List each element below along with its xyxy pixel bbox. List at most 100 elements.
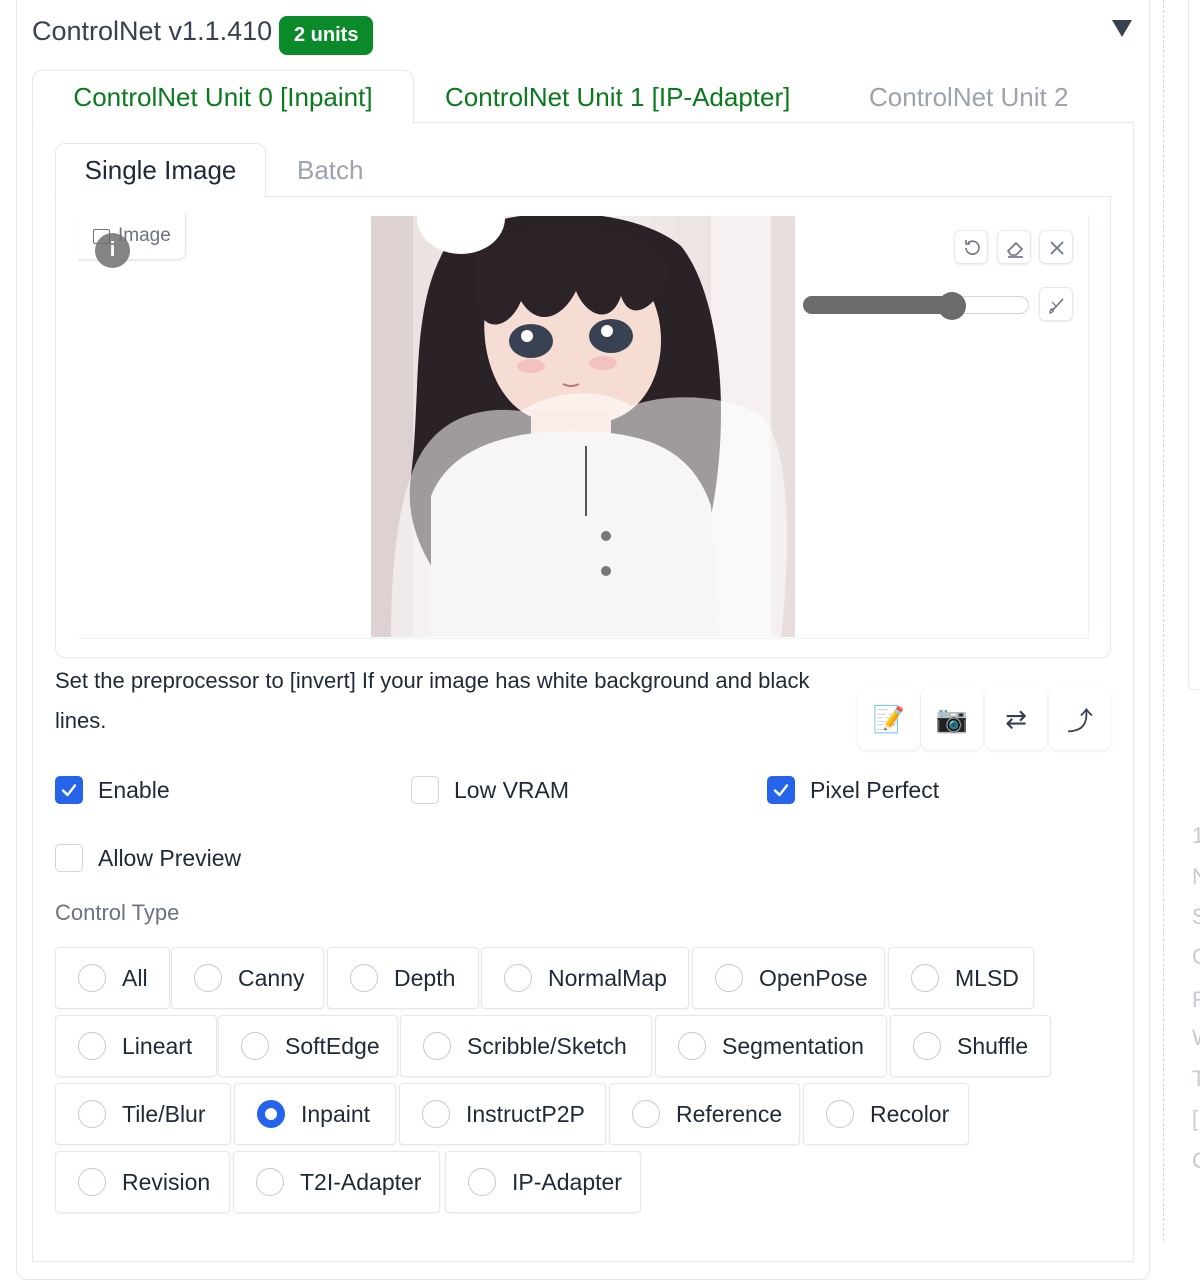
eraser-button[interactable] [997, 230, 1031, 264]
radio-label: Canny [238, 964, 305, 991]
swap-arrows-icon: ⇄ [1005, 703, 1027, 734]
control-type-option-all[interactable]: All [55, 947, 170, 1009]
control-type-option-instructp2p[interactable]: InstructP2P [399, 1083, 606, 1145]
edit-button[interactable]: 📝 [858, 688, 920, 750]
adjacent-panel-text: W [1192, 1025, 1200, 1051]
brush-button[interactable] [1039, 287, 1073, 321]
radio-button[interactable] [422, 1100, 450, 1128]
checkbox-label: Low VRAM [454, 776, 570, 803]
uploaded-image[interactable] [371, 216, 795, 637]
radio-button[interactable] [194, 964, 222, 992]
close-icon [1050, 241, 1064, 255]
radio-button[interactable] [256, 1168, 284, 1196]
adjacent-panel-text: [ [1192, 1106, 1199, 1131]
checkmark-icon [773, 784, 789, 797]
radio-label: Recolor [870, 1100, 950, 1127]
control-type-option-ip-adapter[interactable]: IP-Adapter [445, 1151, 641, 1213]
radio-button[interactable] [678, 1032, 706, 1060]
adjacent-panel-text: T [1192, 1066, 1200, 1091]
send-dimensions-button[interactable]: ⤴ [1049, 688, 1111, 750]
radio-label: InstructP2P [466, 1100, 585, 1127]
radio-button[interactable] [241, 1032, 269, 1060]
control-type-option-softedge[interactable]: SoftEdge [218, 1015, 398, 1077]
control-type-option-inpaint[interactable]: Inpaint [234, 1083, 396, 1145]
radio-label: SoftEdge [285, 1032, 380, 1059]
radio-button[interactable] [78, 1032, 106, 1060]
control-type-option-segmentation[interactable]: Segmentation [655, 1015, 887, 1077]
control-type-label: Control Type [55, 900, 180, 925]
radio-button[interactable] [632, 1100, 660, 1128]
clear-button[interactable] [1039, 230, 1073, 264]
camera-icon: 📷 [935, 703, 969, 734]
control-type-option-normalmap[interactable]: NormalMap [481, 947, 689, 1009]
checkbox-box[interactable] [55, 776, 83, 804]
radio-label: OpenPose [759, 964, 868, 991]
tab-single-image[interactable]: Single Image [55, 143, 266, 198]
upload-arrow-icon: ⤴ [1066, 705, 1093, 736]
adjacent-panel-text: F [1192, 987, 1200, 1012]
control-type-option-revision[interactable]: Revision [55, 1151, 230, 1213]
panel-title[interactable]: ControlNet v1.1.410 [32, 16, 272, 47]
units-badge: 2 units [279, 16, 374, 55]
control-type-option-reference[interactable]: Reference [609, 1083, 800, 1145]
adjacent-panel-text: C [1192, 1148, 1200, 1173]
collapse-triangle-icon[interactable] [1112, 20, 1132, 37]
control-type-option-shuffle[interactable]: Shuffle [890, 1015, 1051, 1077]
adjacent-panel-edge [1188, 0, 1200, 690]
radio-label: Segmentation [722, 1032, 864, 1059]
enable-checkbox[interactable]: Enable [55, 776, 170, 804]
tab-controlnet-unit-2[interactable]: ControlNet Unit 2 [869, 82, 1068, 113]
control-type-option-mlsd[interactable]: MLSD [888, 947, 1034, 1009]
brush-size-slider-fill [803, 296, 952, 314]
adjacent-panel-text: C [1192, 944, 1200, 969]
adjacent-panel-text: S [1192, 904, 1200, 929]
radio-button[interactable] [257, 1100, 285, 1128]
camera-button[interactable]: 📷 [921, 688, 983, 750]
swap-dimensions-button[interactable]: ⇄ [985, 688, 1047, 750]
radio-label: Shuffle [957, 1032, 1029, 1059]
checkbox-label: Pixel Perfect [810, 776, 940, 803]
control-type-option-canny[interactable]: Canny [171, 947, 324, 1009]
radio-button[interactable] [350, 964, 378, 992]
radio-button[interactable] [78, 1168, 106, 1196]
tab-batch[interactable]: Batch [297, 155, 364, 186]
adjacent-panel-text: N [1192, 864, 1200, 889]
radio-button[interactable] [78, 1100, 106, 1128]
radio-label: Depth [394, 964, 456, 991]
radio-button[interactable] [911, 964, 939, 992]
low-vram-checkbox[interactable]: Low VRAM [411, 776, 569, 804]
control-type-option-lineart[interactable]: Lineart [55, 1015, 217, 1077]
checkbox-box[interactable] [55, 844, 83, 872]
radio-button[interactable] [78, 964, 106, 992]
radio-label: Inpaint [301, 1100, 371, 1127]
radio-label: Lineart [122, 1032, 193, 1059]
radio-label: Reference [676, 1100, 783, 1127]
control-type-option-depth[interactable]: Depth [327, 947, 479, 1009]
control-type-option-openpose[interactable]: OpenPose [692, 947, 885, 1009]
radio-label: IP-Adapter [512, 1168, 622, 1195]
radio-button[interactable] [715, 964, 743, 992]
radio-label: Revision [122, 1168, 211, 1195]
radio-button[interactable] [423, 1032, 451, 1060]
pixel-perfect-checkbox[interactable]: Pixel Perfect [767, 776, 939, 804]
brush-icon [1049, 298, 1064, 314]
tab-controlnet-unit-1[interactable]: ControlNet Unit 1 [IP-Adapter] [445, 82, 790, 113]
info-icon[interactable]: i [95, 233, 130, 268]
radio-button[interactable] [913, 1032, 941, 1060]
radio-button[interactable] [468, 1168, 496, 1196]
tab-controlnet-unit-0[interactable]: ControlNet Unit 0 [Inpaint] [32, 70, 414, 124]
control-type-option-scribble-sketch[interactable]: Scribble/Sketch [400, 1015, 652, 1077]
allow-preview-checkbox[interactable]: Allow Preview [55, 844, 241, 872]
radio-button[interactable] [504, 964, 532, 992]
panel-divider [1163, 0, 1164, 1241]
checkbox-box[interactable] [767, 776, 795, 804]
checkbox-label: Allow Preview [98, 844, 242, 871]
control-type-option-tile-blur[interactable]: Tile/Blur [55, 1083, 231, 1145]
checkbox-box[interactable] [411, 776, 439, 804]
brush-size-slider-thumb[interactable] [938, 292, 966, 320]
radio-button[interactable] [826, 1100, 854, 1128]
control-type-option-t2i-adapter[interactable]: T2I-Adapter [233, 1151, 440, 1213]
undo-button[interactable] [954, 230, 988, 264]
radio-label: Scribble/Sketch [467, 1032, 627, 1059]
control-type-option-recolor[interactable]: Recolor [803, 1083, 969, 1145]
